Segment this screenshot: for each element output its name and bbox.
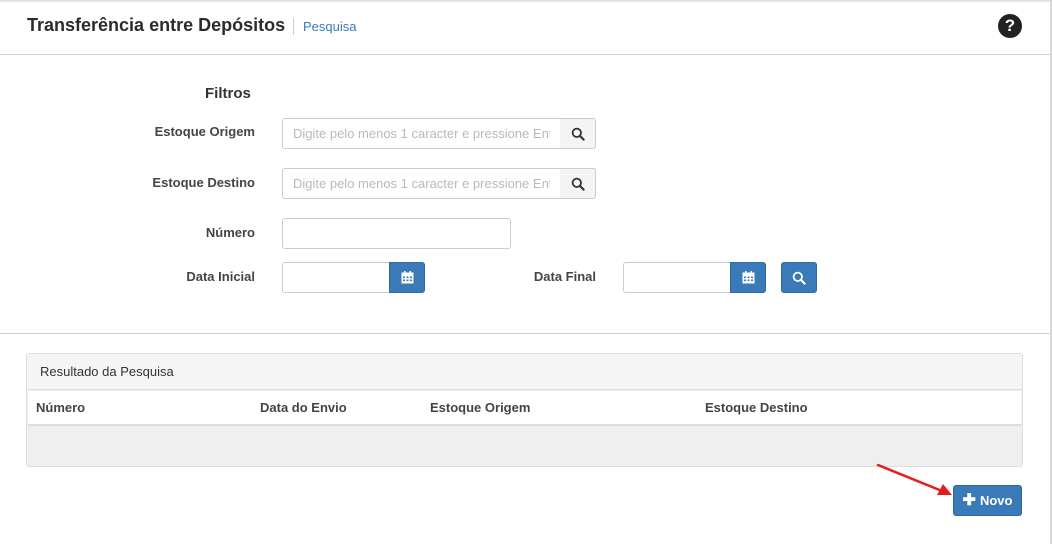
estoque-origem-input[interactable]: [282, 118, 561, 149]
results-panel: Resultado da Pesquisa Número Data do Env…: [26, 353, 1023, 467]
page-title: Transferência entre Depósitos: [27, 15, 286, 35]
results-panel-title: Resultado da Pesquisa: [40, 364, 174, 379]
data-inicial-input[interactable]: [282, 262, 390, 293]
search-icon: [792, 271, 806, 285]
search-button[interactable]: [781, 262, 817, 293]
question-circle-icon[interactable]: ?: [998, 14, 1022, 38]
estoque-destino-search-button[interactable]: [560, 168, 596, 199]
column-header-numero[interactable]: Número: [36, 400, 85, 415]
results-table-header: Número Data do Envio Estoque Origem Esto…: [28, 391, 1021, 426]
results-panel-header: Resultado da Pesquisa: [27, 354, 1022, 390]
filters-title: Filtros: [205, 85, 251, 102]
search-icon: [571, 177, 585, 191]
section-divider: [0, 333, 1050, 334]
estoque-destino-input[interactable]: [282, 168, 561, 199]
title-divider: [293, 18, 294, 35]
estoque-origem-label: Estoque Origem: [154, 124, 255, 139]
page-subtitle: Pesquisa: [303, 19, 357, 34]
column-header-data-envio[interactable]: Data do Envio: [260, 400, 347, 415]
novo-button-label: Novo: [979, 493, 1013, 508]
numero-input[interactable]: [282, 218, 511, 249]
data-inicial-label: Data Inicial: [186, 269, 255, 284]
estoque-destino-label: Estoque Destino: [152, 175, 255, 190]
calendar-icon: [742, 271, 754, 284]
data-final-input[interactable]: [623, 262, 731, 293]
annotation-arrow-icon: [876, 463, 952, 495]
data-final-calendar-button[interactable]: [730, 262, 766, 293]
plus-icon: ✚: [962, 491, 976, 509]
search-icon: [571, 127, 585, 141]
estoque-origem-search-button[interactable]: [560, 118, 596, 149]
page-header: Transferência entre Depósitos Pesquisa ?: [0, 0, 1050, 55]
page: Transferência entre Depósitos Pesquisa ?…: [0, 0, 1052, 544]
column-header-estoque-origem[interactable]: Estoque Origem: [430, 400, 530, 415]
novo-button[interactable]: ✚ Novo: [953, 485, 1022, 516]
column-header-estoque-destino[interactable]: Estoque Destino: [705, 400, 808, 415]
data-final-label: Data Final: [533, 269, 596, 284]
numero-label: Número: [205, 225, 255, 240]
